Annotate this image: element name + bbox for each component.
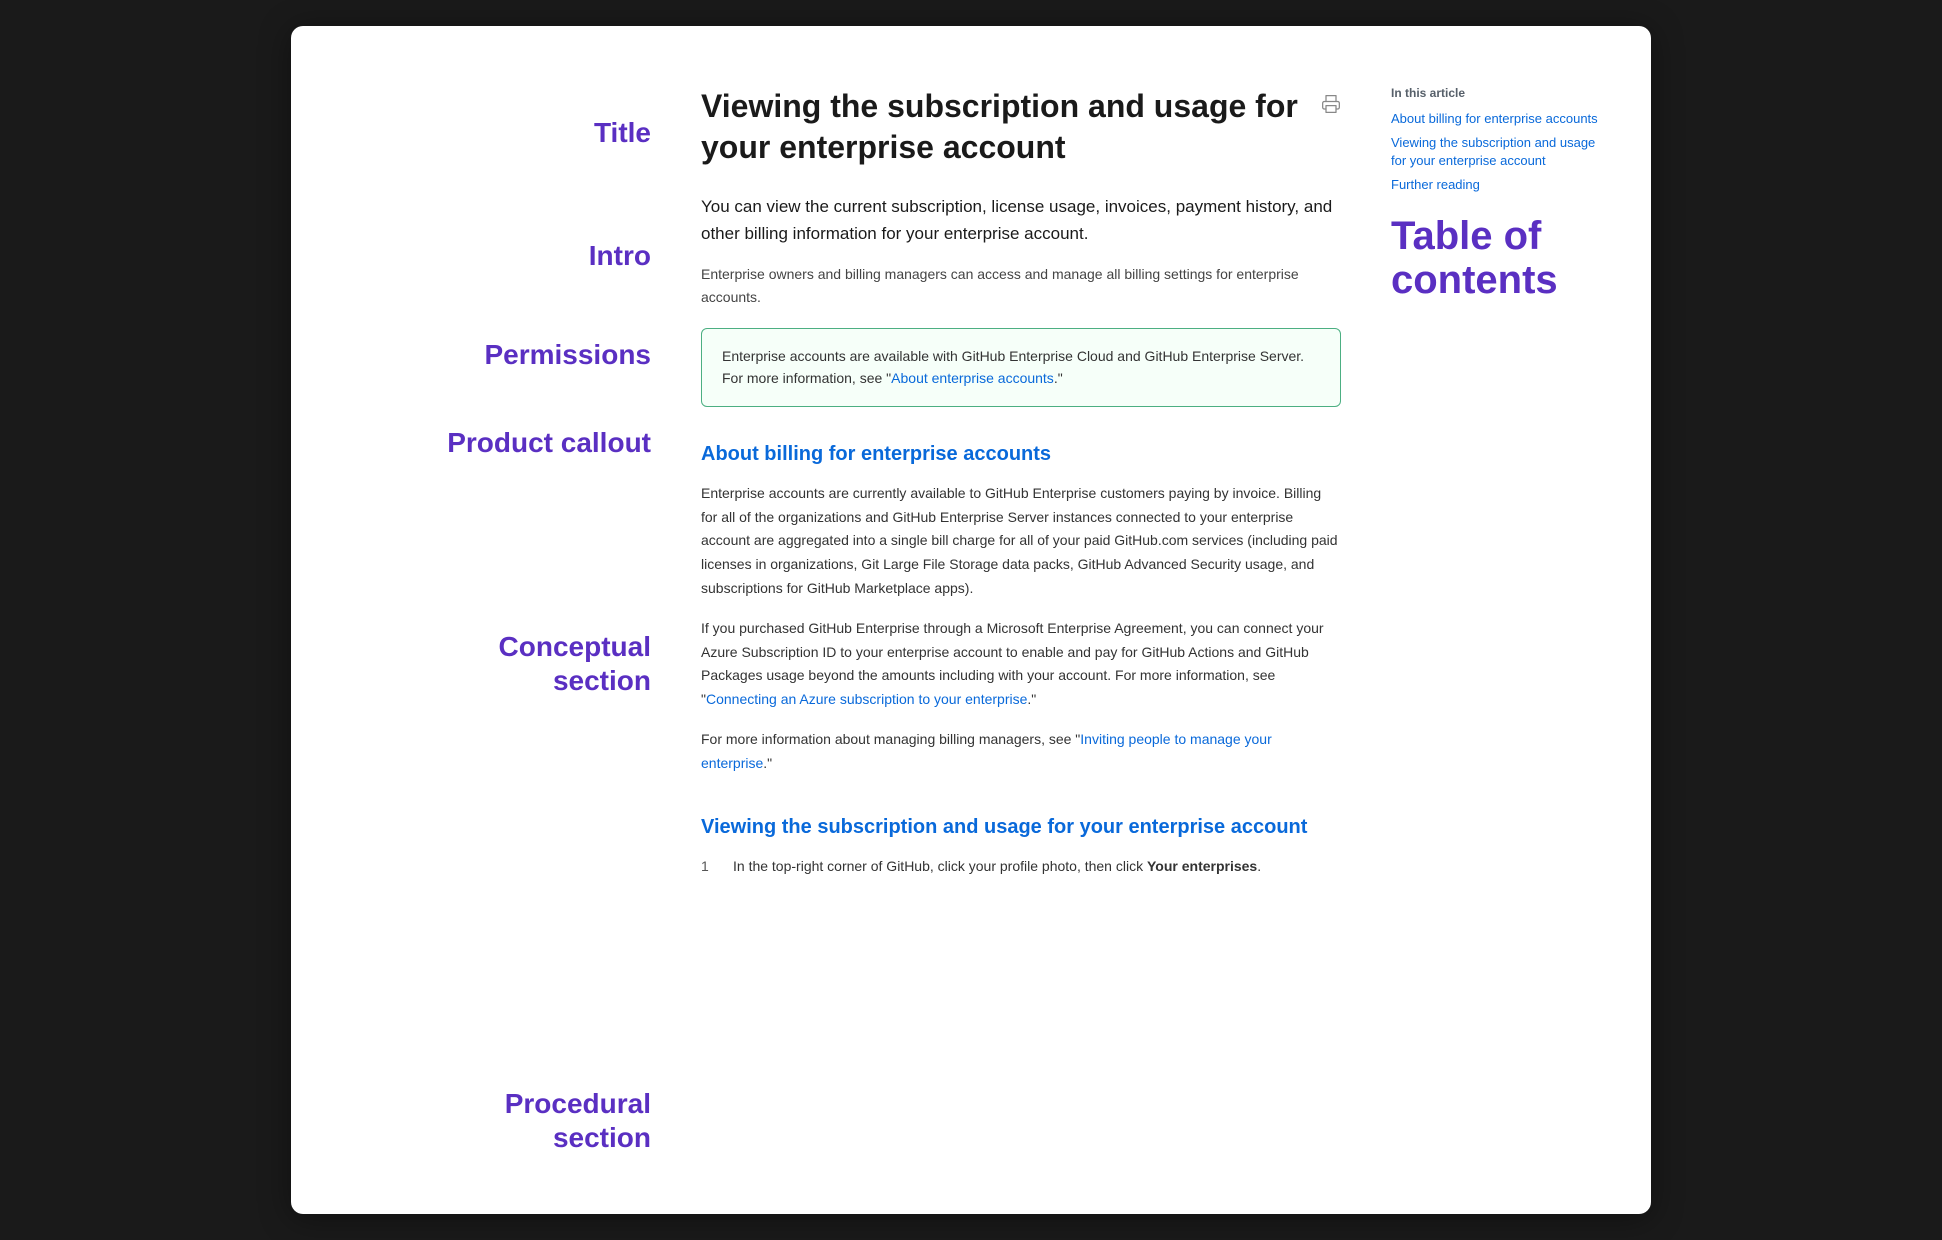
toc-container: In this article About billing for enterp… (1391, 86, 1611, 303)
toc-heading-large: Table of contents (1391, 214, 1611, 302)
conceptual-p3: For more information about managing bill… (701, 728, 1341, 776)
annotation-title: Title (331, 116, 651, 150)
main-window: Title Intro Permissions Product callout … (291, 26, 1651, 1215)
article-content: Viewing the subscription and usage for y… (671, 86, 1371, 1155)
annotation-procedural: Proceduralsection (331, 1087, 651, 1154)
conceptual-heading[interactable]: About billing for enterprise accounts (701, 443, 1341, 466)
permissions-text: Enterprise owners and billing managers c… (701, 263, 1341, 308)
toc-heading-line1: Table of (1391, 214, 1541, 258)
annotation-intro: Intro (331, 239, 651, 273)
intro-text: You can view the current subscription, l… (701, 193, 1341, 247)
annotation-permissions: Permissions (331, 338, 651, 372)
toc-item-1: About billing for enterprise accounts (1391, 110, 1611, 128)
toc-item-3: Further reading (1391, 176, 1611, 194)
inviting-people-link[interactable]: Inviting people to manage your enterpris… (701, 731, 1272, 771)
article-header: Viewing the subscription and usage for y… (701, 86, 1341, 169)
steps-list: 1 In the top-right corner of GitHub, cli… (701, 855, 1341, 879)
step-1: 1 In the top-right corner of GitHub, cli… (701, 855, 1341, 879)
step-1-number: 1 (701, 855, 721, 879)
article-title: Viewing the subscription and usage for y… (701, 86, 1305, 169)
annotation-conceptual: Conceptualsection (331, 630, 651, 697)
product-callout-link[interactable]: About enterprise accounts (891, 370, 1054, 386)
conceptual-p1: Enterprise accounts are currently availa… (701, 482, 1341, 601)
azure-subscription-link[interactable]: Connecting an Azure subscription to your… (706, 691, 1027, 707)
right-sidebar: In this article About billing for enterp… (1371, 86, 1611, 1155)
toc-link-1[interactable]: About billing for enterprise accounts (1391, 111, 1598, 126)
toc-link-2[interactable]: Viewing the subscription and usage for y… (1391, 135, 1595, 168)
annotation-product-callout: Product callout (331, 426, 651, 460)
product-callout: Enterprise accounts are available with G… (701, 328, 1341, 407)
toc-heading-line2: contents (1391, 258, 1558, 302)
conceptual-section: About billing for enterprise accounts En… (701, 443, 1341, 776)
toc-links: About billing for enterprise accounts Vi… (1391, 110, 1611, 195)
step-1-text: In the top-right corner of GitHub, click… (733, 855, 1261, 879)
procedural-section: Viewing the subscription and usage for y… (701, 816, 1341, 879)
conceptual-p2: If you purchased GitHub Enterprise throu… (701, 617, 1341, 712)
toc-in-article-label: In this article (1391, 86, 1611, 100)
annotations-column: Title Intro Permissions Product callout … (331, 86, 671, 1155)
procedural-heading[interactable]: Viewing the subscription and usage for y… (701, 816, 1341, 839)
toc-item-2: Viewing the subscription and usage for y… (1391, 134, 1611, 170)
toc-link-3[interactable]: Further reading (1391, 177, 1480, 192)
step-1-bold: Your enterprises (1147, 858, 1257, 874)
print-icon[interactable] (1321, 94, 1341, 114)
